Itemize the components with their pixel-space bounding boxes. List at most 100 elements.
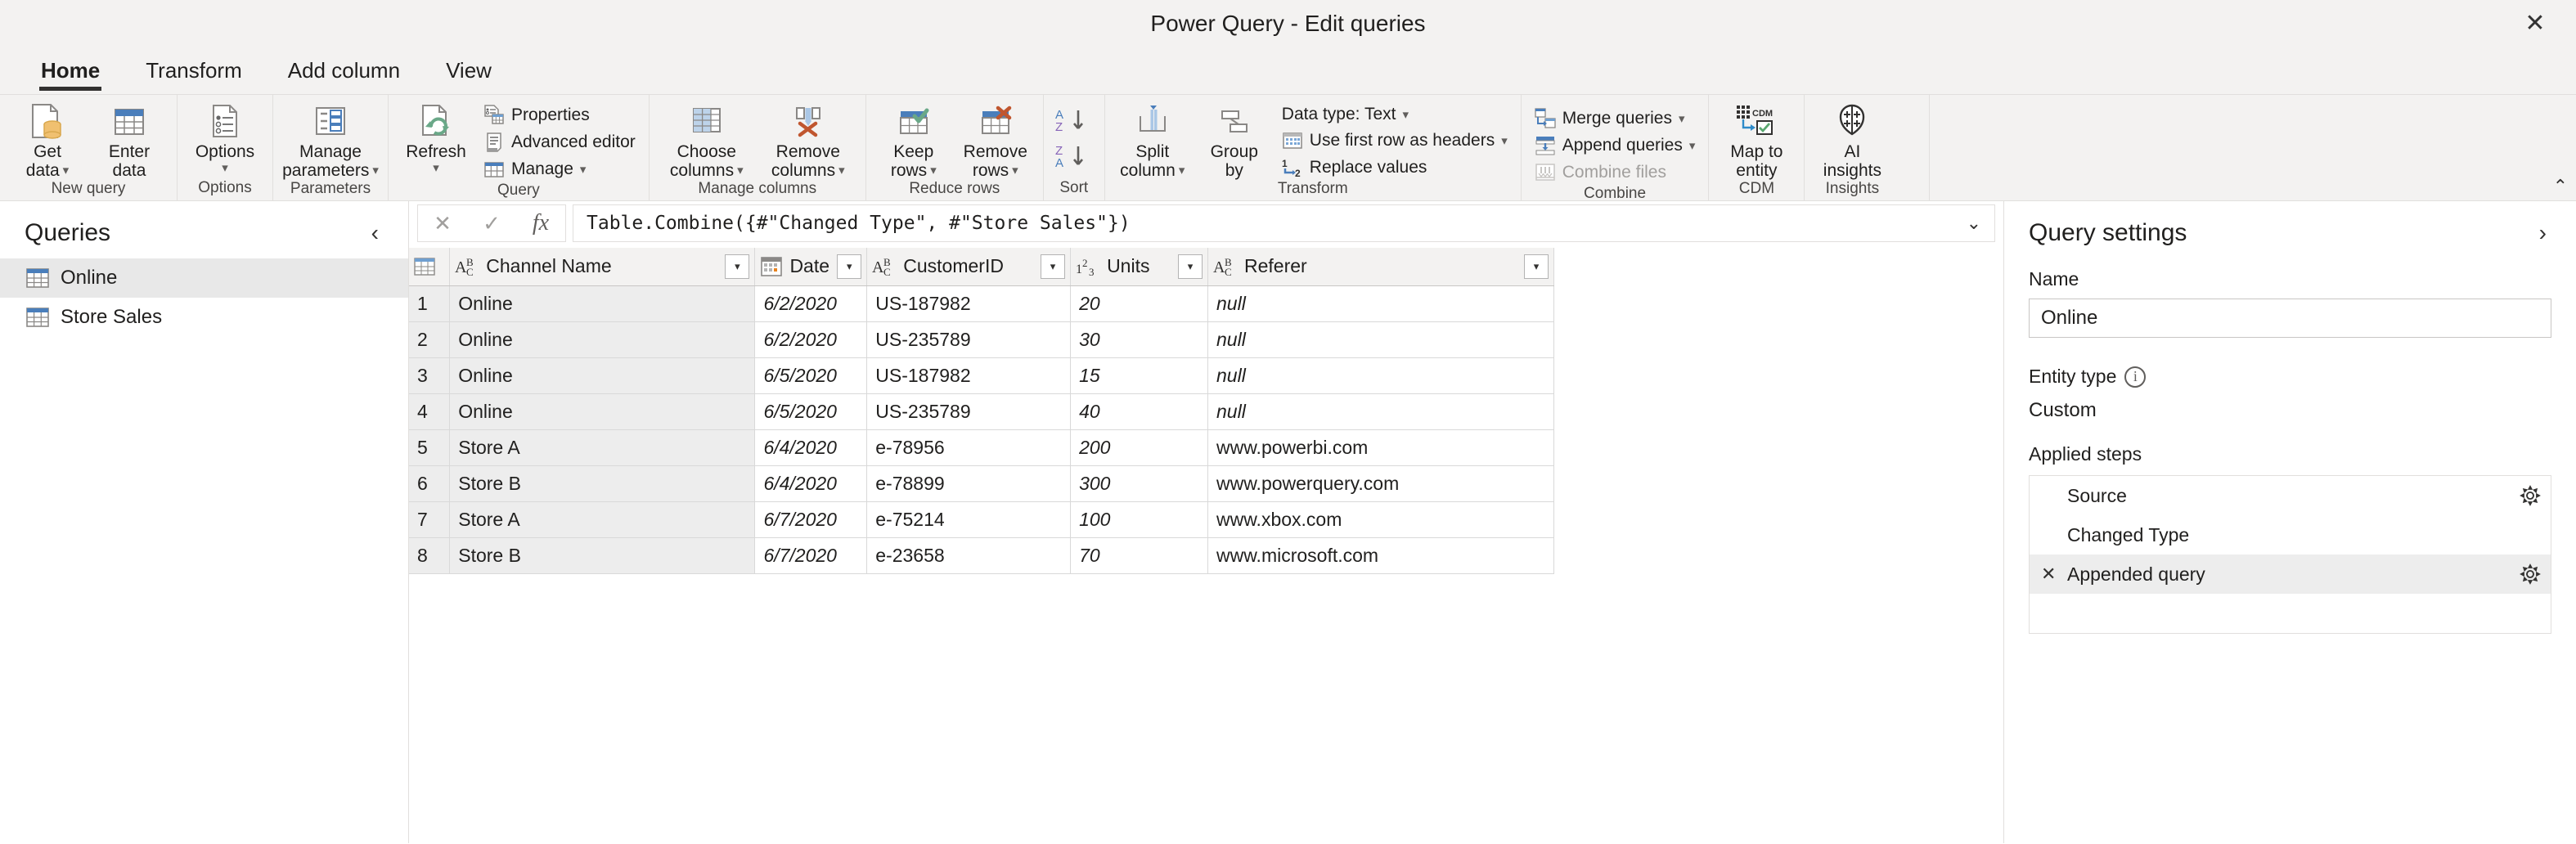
close-icon[interactable]: ✕ — [2041, 563, 2059, 585]
chevron-down-icon: ▾ — [63, 164, 70, 177]
query-item-store-sales[interactable]: Store Sales — [0, 298, 408, 337]
ai-insights-icon — [1833, 103, 1871, 139]
applied-step-appended-query[interactable]: ✕ Appended query — [2030, 554, 2551, 594]
sort-descending-button[interactable]: Z A — [1052, 142, 1096, 170]
ribbon: Get data▾ Enter data New query — [0, 95, 2576, 201]
table-row[interactable]: 3 Online 6/5/2020 US-187982 15 null — [409, 357, 1554, 393]
options-button[interactable]: Options ▾ — [186, 100, 264, 175]
keep-rows-icon — [897, 103, 931, 139]
ai-insights-label: AI insights — [1823, 143, 1881, 180]
table-row[interactable]: 4 Online 6/5/2020 US-235789 40 null — [409, 393, 1554, 429]
merge-queries-icon — [1535, 108, 1556, 129]
data-grid-scroll[interactable]: A B C Channel Name ▾ — [409, 247, 2003, 843]
cell-units: 200 — [1071, 429, 1208, 465]
data-preview-area: ✕ ✓ fx Table.Combine({#"Changed Type", #… — [409, 201, 2003, 843]
refresh-button[interactable]: Refresh ▾ — [397, 100, 475, 175]
select-all-cell[interactable] — [409, 248, 450, 285]
tab-transform[interactable]: Transform — [123, 47, 265, 94]
table-row[interactable]: 7 Store A 6/7/2020 e-75214 100 www.xbox.… — [409, 501, 1554, 537]
split-column-button[interactable]: Split column▾ — [1113, 100, 1192, 180]
collapse-query-settings-icon[interactable]: › — [2534, 220, 2551, 246]
column-filter-button[interactable]: ▾ — [1524, 254, 1549, 279]
replace-values-button[interactable]: 1 2 Replace values — [1277, 155, 1513, 180]
column-filter-button[interactable]: ▾ — [725, 254, 749, 279]
formula-input[interactable]: Table.Combine({#"Changed Type", #"Store … — [573, 204, 1995, 242]
gear-icon[interactable] — [2520, 563, 2541, 585]
column-header-units[interactable]: 1 2 3 Units ▾ — [1071, 248, 1208, 285]
remove-columns-icon — [791, 103, 825, 139]
append-queries-button[interactable]: Append queries ▾ — [1530, 133, 1701, 158]
table-row[interactable]: 6 Store B 6/4/2020 e-78899 300 www.power… — [409, 465, 1554, 501]
ribbon-group-new-query: Get data▾ Enter data New query — [0, 95, 178, 200]
collapse-queries-pane-icon[interactable]: ‹ — [363, 220, 387, 246]
replace-values-icon: 1 2 — [1282, 157, 1303, 178]
cell-channel-name: Store B — [450, 465, 755, 501]
table-icon — [26, 268, 49, 288]
refresh-label: Refresh ▾ — [406, 143, 466, 175]
applied-step-changed-type[interactable]: Changed Type — [2030, 515, 2551, 554]
column-header-customerid[interactable]: A B C CustomerID ▾ — [867, 248, 1071, 285]
info-icon[interactable]: i — [2124, 366, 2146, 388]
table-row[interactable]: 8 Store B 6/7/2020 e-23658 70 www.micros… — [409, 537, 1554, 573]
cell-date: 6/5/2020 — [755, 357, 867, 393]
sort-descending-icon: Z A — [1052, 142, 1096, 170]
remove-columns-button[interactable]: Remove columns▾ — [759, 100, 857, 180]
manage-button[interactable]: Manage ▾ — [479, 157, 641, 182]
table-row[interactable]: 1 Online 6/2/2020 US-187982 20 null — [409, 285, 1554, 321]
cell-customerid: e-78956 — [867, 429, 1071, 465]
name-label: Name — [2029, 268, 2551, 290]
column-header-referer[interactable]: A B C Referer ▾ — [1208, 248, 1554, 285]
chevron-down-icon: ▾ — [372, 164, 379, 177]
column-header-channel-name[interactable]: A B C Channel Name ▾ — [450, 248, 755, 285]
cell-channel-name: Online — [450, 393, 755, 429]
tab-view[interactable]: View — [423, 47, 515, 94]
formula-fx-button[interactable]: fx — [516, 205, 565, 241]
ai-insights-button[interactable]: AI insights — [1813, 100, 1891, 180]
collapse-ribbon-icon[interactable]: ⌃ — [2553, 176, 2568, 197]
query-item-online[interactable]: Online — [0, 258, 408, 298]
sort-ascending-button[interactable]: A Z — [1052, 106, 1096, 134]
column-filter-button[interactable]: ▾ — [837, 254, 861, 279]
chevron-down-icon: ▾ — [1689, 138, 1696, 153]
column-header-date[interactable]: Date ▾ — [755, 248, 867, 285]
manage-parameters-button[interactable]: Manage parameters▾ — [281, 100, 380, 180]
column-filter-button[interactable]: ▾ — [1041, 254, 1065, 279]
properties-button[interactable]: Properties — [479, 103, 641, 128]
close-icon[interactable]: ✕ — [2517, 6, 2553, 42]
query-item-label: Online — [61, 267, 117, 290]
advanced-editor-button[interactable]: Advanced editor — [479, 130, 641, 155]
group-by-button[interactable]: Group by — [1195, 100, 1274, 180]
entity-type-value: Custom — [2029, 399, 2551, 422]
data-type-button[interactable]: Data type: Text ▾ — [1277, 103, 1513, 126]
query-settings-title: Query settings — [2029, 219, 2187, 247]
remove-rows-button[interactable]: Remove rows▾ — [956, 100, 1035, 180]
column-header-label: Channel Name — [486, 255, 718, 277]
formula-expand-icon[interactable]: ⌄ — [1967, 213, 1981, 234]
enter-data-button[interactable]: Enter data — [90, 100, 169, 180]
map-to-entity-button[interactable]: CDM Map to entity — [1717, 100, 1796, 180]
applied-step-source[interactable]: Source — [2030, 476, 2551, 515]
use-first-row-as-headers-button[interactable]: Use first row as headers ▾ — [1277, 128, 1513, 153]
get-data-button[interactable]: Get data▾ — [8, 100, 87, 180]
table-row[interactable]: 5 Store A 6/4/2020 e-78956 200 www.power… — [409, 429, 1554, 465]
queries-pane: Queries ‹ Online — [0, 201, 409, 843]
query-name-input[interactable]: Online — [2029, 299, 2551, 338]
query-settings-pane: Query settings › Name Online Entity type… — [2003, 201, 2576, 843]
cell-referer: null — [1208, 321, 1554, 357]
table-row[interactable]: 2 Online 6/2/2020 US-235789 30 null — [409, 321, 1554, 357]
row-number: 7 — [409, 501, 450, 537]
keep-rows-button[interactable]: Keep rows▾ — [874, 100, 953, 180]
combine-files-icon — [1535, 162, 1556, 183]
column-filter-button[interactable]: ▾ — [1178, 254, 1203, 279]
gear-icon[interactable] — [2520, 485, 2541, 506]
chevron-down-icon: ▾ — [737, 164, 744, 177]
advanced-editor-label: Advanced editor — [511, 132, 636, 152]
tab-add-column[interactable]: Add column — [265, 47, 423, 94]
formula-cancel-button[interactable]: ✕ — [418, 205, 467, 241]
tab-home[interactable]: Home — [18, 47, 123, 94]
choose-columns-button[interactable]: Choose columns▾ — [658, 100, 756, 180]
svg-text:C: C — [466, 266, 474, 278]
merge-queries-button[interactable]: Merge queries ▾ — [1530, 106, 1701, 131]
svg-text:1: 1 — [1282, 158, 1288, 169]
formula-accept-button[interactable]: ✓ — [467, 205, 516, 241]
